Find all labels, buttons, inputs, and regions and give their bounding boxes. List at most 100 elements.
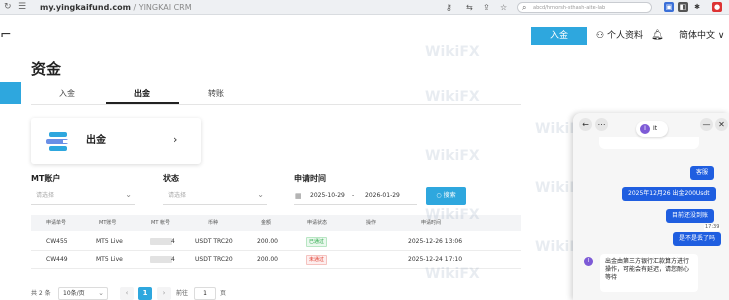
cell-id: CW449 [46,256,68,263]
mt-account-placeholder: 请选择 [36,192,55,199]
search-button[interactable]: ○ 搜索 [426,187,466,205]
cell-platform: MT5 Live [96,256,123,263]
date-end: 2026-01-29 [365,192,400,199]
col-header-status: 申请状态 [307,220,328,226]
address-bar[interactable]: my.yingkaifund.com / YINGKAI CRM [40,2,192,13]
chat-panel[interactable]: ← ⋯ I It — ✕ 客服 2025年12月26 出金200Usdt 目前还… [573,113,729,300]
watermark: WikiFX [425,266,480,282]
search-icon: ○ [436,192,442,199]
close-icon[interactable]: ✕ [715,118,728,131]
agent-name: It [653,125,658,132]
chevron-down-icon: ∨ [717,31,725,41]
profile-label: 个人资料 [606,31,643,41]
deposit-button[interactable]: 入金 [531,27,587,45]
status-label: 状态 [163,174,179,183]
date-separator: - [352,192,355,199]
url-domain: my.yingkaifund.com [40,3,131,12]
cell-account: 4 [171,256,175,263]
cell-id: CW455 [46,238,68,245]
bookmark-icon[interactable]: ☆ [500,3,507,12]
minimize-icon[interactable]: — [700,118,713,131]
col-header-id: 申请单号 [46,220,67,226]
mt-account-select[interactable]: 请选择 ⌄ [31,188,135,205]
reload-icon[interactable]: ↻ [4,3,12,12]
browser-search-box[interactable]: ⌕ abcd/hrnorsh-sthash-aite-lab [517,2,652,13]
site-info-icon[interactable]: ☰ [18,3,26,12]
cell-currency: USDT TRC20 [195,238,233,245]
date-label: 申请时间 [294,174,326,183]
date-start: 2025-10-29 [310,192,345,199]
col-header-currency: 币种 [208,220,219,226]
col-header-account: MT 帐号 [151,220,170,226]
date-range-picker[interactable]: ▦ 2025-10-29 - 2026-01-29 [294,188,417,205]
page-size-select[interactable]: 10条/页 ⌄ [58,287,108,300]
chat-message-stub [599,137,699,149]
page-title: 资金 [31,60,62,78]
user-icon: ⚇ [596,31,605,41]
page-unit-label: 页 [220,290,227,297]
chevron-down-icon: ⌄ [257,190,264,199]
cell-platform: MT5 Live [96,238,123,245]
cell-amount: 200.00 [257,256,278,263]
back-icon[interactable]: ← [579,118,592,131]
cell-time: 2025-12-26 13:06 [408,238,463,245]
tab-transfer[interactable]: 转账 [208,88,224,100]
withdraw-icon [46,132,71,151]
status-select[interactable]: 请选择 ⌄ [163,188,267,205]
tab-withdraw[interactable]: 出金 [134,88,150,100]
more-icon[interactable]: ⋯ [595,118,608,131]
profile-link[interactable]: ⚇ 个人资料 [596,29,643,43]
chat-message-out: 客服 [690,166,715,180]
search-button-label: 搜索 [443,192,456,199]
cell-amount: 200.00 [257,238,278,245]
chat-agent-badge: I It [636,121,668,137]
chevron-right-icon: › [173,133,178,146]
share-icon[interactable]: ⇪ [483,3,490,12]
goto-label: 前往 [176,290,189,297]
goto-page-input[interactable]: 1 [194,287,216,300]
puzzle-icon[interactable]: ✱ [692,2,702,12]
status-badge: 未通过 [306,255,328,265]
watermark: WikiFX [425,148,480,164]
sidebar-active-indicator[interactable] [0,82,21,104]
mt-account-label: MT账户 [31,174,61,183]
page-number-button[interactable]: 1 [138,287,152,300]
message-timestamp: 17:39 [704,224,721,231]
chat-message-out: 2025年12月26 出金200Usdt [622,187,716,201]
tab-active-indicator [106,102,179,104]
watermark: WikiFX [425,44,480,60]
extension-icon[interactable]: ▣ [664,2,674,12]
language-selector[interactable]: 简体中文 ∨ [679,29,724,43]
page-size-value: 10条/页 [63,290,85,297]
tab-deposit[interactable]: 入金 [59,88,75,100]
search-icon: ⌕ [522,3,527,12]
key-icon[interactable]: ⚷ [446,3,452,12]
col-header-platform: MT账号 [99,220,117,226]
translate-icon[interactable]: ⇆ [466,3,473,12]
masked-account [150,238,172,245]
bell-icon[interactable]: 🔔︎ [651,29,664,43]
chat-message-out: 目前还没到账 [666,209,715,223]
search-box-text: abcd/hrnorsh-sthash-aite-lab [533,5,606,11]
cell-currency: USDT TRC20 [195,256,233,263]
next-page-button[interactable]: › [157,287,171,300]
col-header-amount: 金额 [261,220,272,226]
collapse-icon[interactable]: ⌐ [0,28,12,42]
cell-time: 2025-12-24 17:10 [408,256,463,263]
extension-icon[interactable]: ◧ [678,2,688,12]
status-placeholder: 请选择 [168,192,187,199]
chevron-down-icon: ⌄ [98,289,104,297]
row-divider [31,250,521,251]
url-path: / YINGKAI CRM [130,3,192,12]
masked-account [150,256,172,263]
prev-page-button[interactable]: ‹ [120,287,134,300]
watermark: WikiFX [425,89,480,105]
browser-toolbar: ↻ ☰ my.yingkaifund.com / YINGKAI CRM ⚷ ⇆… [0,0,729,15]
watermark: WikiFX [425,207,480,223]
profile-icon[interactable]: ● [712,2,722,12]
withdraw-card-title: 出金 [86,135,106,146]
calendar-icon: ▦ [295,192,302,200]
pagination-total: 共 2 条 [31,290,51,297]
chat-message-in: 出金由第三方银行汇款算方进行操作，可能会有延迟，请您耐心等待 [600,254,698,292]
withdraw-card[interactable]: 出金 › [31,118,201,164]
